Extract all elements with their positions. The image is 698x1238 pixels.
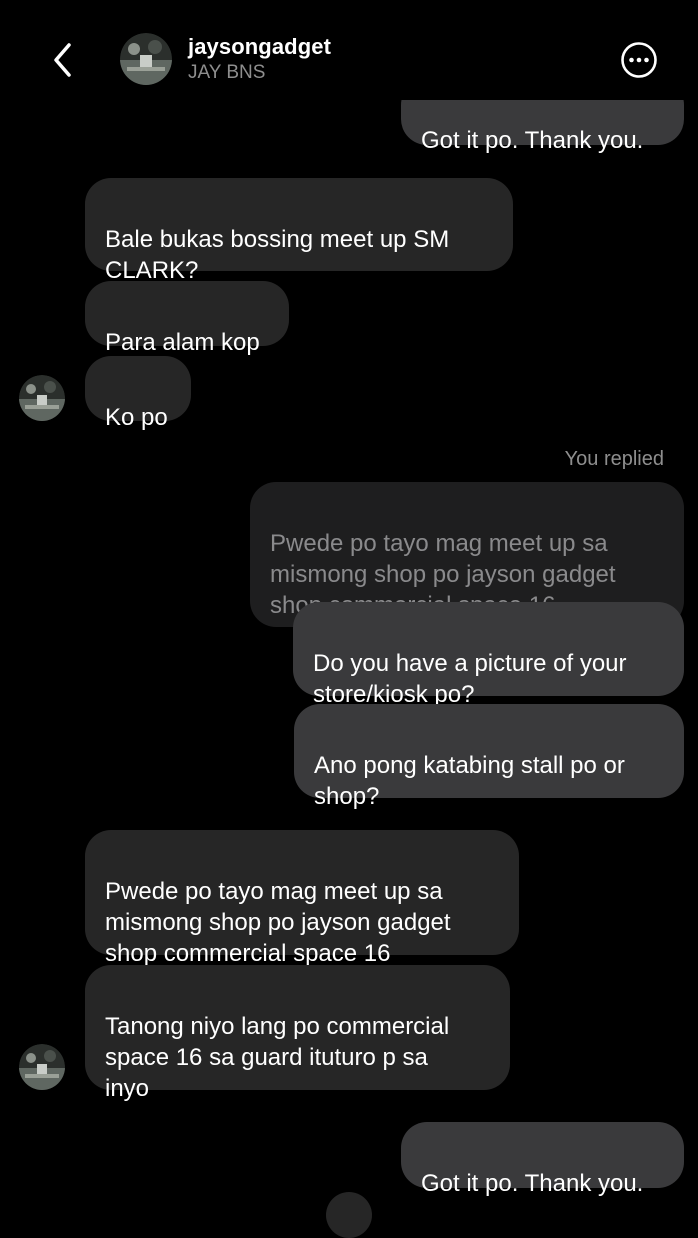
incoming-message[interactable]: Para alam kop xyxy=(85,281,289,356)
outgoing-message[interactable]: Got it po. Thank you. xyxy=(401,1122,684,1197)
message-text: Tanong niyo lang po commercial space 16 … xyxy=(105,1013,450,1102)
avatar-photo-icon xyxy=(120,33,172,85)
outgoing-message[interactable]: Do you have a picture of your store/kios… xyxy=(293,602,684,708)
message-text: Bale bukas bossing meet up SM CLARK? xyxy=(105,226,450,284)
chat-header: jaysongadget JAY BNS xyxy=(0,0,698,100)
message-text: Got it po. Thank you. xyxy=(421,1170,644,1197)
profile-avatar[interactable] xyxy=(120,33,172,85)
more-horizontal-circle-icon xyxy=(621,42,657,78)
incoming-message[interactable]: Pwede po tayo mag meet up sa mismong sho… xyxy=(85,830,519,967)
message-text: Ko po xyxy=(105,404,168,431)
incoming-message[interactable]: Tanong niyo lang po commercial space 16 … xyxy=(85,965,510,1102)
message-text: Para alam kop xyxy=(105,329,260,356)
message-text: Pwede po tayo mag meet up sa mismong sho… xyxy=(105,878,451,967)
contact-display-name: JAY BNS xyxy=(188,62,266,83)
avatar-photo-icon xyxy=(19,1044,65,1090)
contact-username[interactable]: jaysongadget xyxy=(188,34,331,60)
reply-label: You replied xyxy=(564,448,664,470)
incoming-message[interactable]: Bale bukas bossing meet up SM CLARK? xyxy=(85,178,513,284)
chevron-left-icon xyxy=(54,43,71,77)
incoming-message[interactable]: Ko po xyxy=(85,356,191,431)
outgoing-message[interactable]: Ano pong katabing stall po or shop? xyxy=(294,704,684,810)
sender-avatar[interactable] xyxy=(19,375,65,421)
message-text: Ano pong katabing stall po or shop? xyxy=(314,752,625,810)
message-text: Do you have a picture of your store/kios… xyxy=(313,650,627,708)
more-options-button[interactable] xyxy=(620,41,658,79)
avatar-photo-icon xyxy=(19,375,65,421)
sender-avatar[interactable] xyxy=(19,1044,65,1090)
back-button[interactable] xyxy=(48,40,78,80)
message-text: Got it po. Thank you. xyxy=(421,127,644,154)
